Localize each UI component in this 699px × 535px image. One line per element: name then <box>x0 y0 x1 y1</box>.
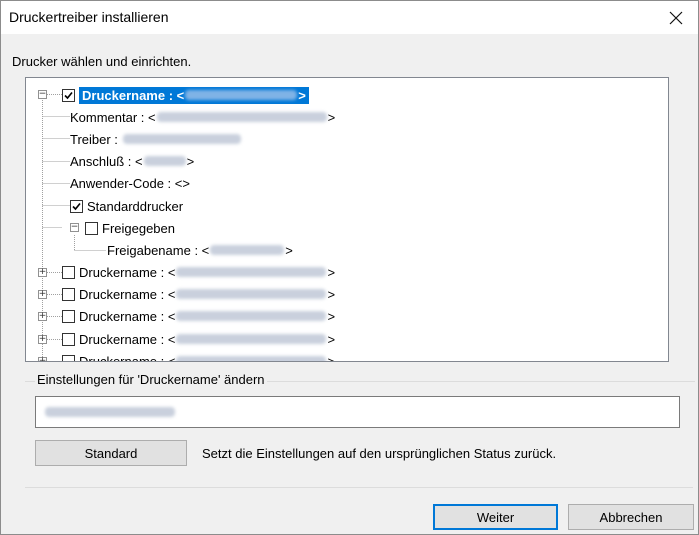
printer-label: Druckername : < <box>79 331 176 347</box>
weiter-button[interactable]: Weiter <box>433 504 558 530</box>
tree-item-anwender-code[interactable]: Anwender-Code : <> <box>70 173 190 193</box>
tree-item-printer[interactable]: Druckername : < > <box>62 262 335 282</box>
redacted-text <box>156 112 327 122</box>
redacted-text <box>45 407 175 417</box>
redacted-text <box>176 267 327 277</box>
tree-item-printer[interactable]: Druckername : < > <box>62 306 335 326</box>
checkmark-icon <box>72 202 81 210</box>
treiber-label: Treiber : <box>70 131 118 147</box>
dialog-instruction: Drucker wählen und einrichten. <box>12 54 192 69</box>
tree-item-root[interactable]: Druckername : < > <box>62 85 309 105</box>
tree-item-freigegeben[interactable]: Freigegeben <box>85 218 175 238</box>
redacted-text <box>176 356 327 361</box>
printer-checkbox[interactable] <box>62 287 75 301</box>
kommentar-suffix: > <box>327 109 336 125</box>
printer-name-field[interactable] <box>35 396 680 428</box>
printer-label: Druckername : < <box>79 308 176 324</box>
close-icon <box>669 11 683 24</box>
printer-suffix: > <box>327 353 336 362</box>
selected-printer-label[interactable]: Druckername : < > <box>79 86 309 104</box>
printer-label: Druckername : < <box>79 264 176 280</box>
close-button[interactable] <box>654 1 698 34</box>
freigabename-suffix: > <box>285 242 293 258</box>
printer-label: Druckername : < <box>79 286 176 302</box>
freigegeben-label: Freigegeben <box>102 220 175 236</box>
printer-checkbox[interactable] <box>62 332 75 346</box>
window-title: Druckertreiber installieren <box>9 9 169 25</box>
printer-suffix: > <box>327 331 336 347</box>
tree-item-printer[interactable]: Druckername : < > <box>62 351 336 362</box>
freigabename-label: Freigabename : < <box>107 242 210 258</box>
redacted-text <box>176 289 327 299</box>
collapse-icon[interactable]: − <box>70 223 79 232</box>
button-separator <box>25 487 693 488</box>
printer-label: Druckername : < <box>79 353 176 362</box>
printer-checkbox[interactable] <box>62 354 75 361</box>
tree-item-standarddrucker[interactable]: Standarddrucker <box>70 196 183 216</box>
kommentar-label: Kommentar : < <box>70 109 156 125</box>
checkmark-icon <box>64 91 73 99</box>
tree-item-printer[interactable]: Druckername : < > <box>62 284 335 304</box>
standarddrucker-checkbox[interactable] <box>70 199 83 213</box>
redacted-text <box>122 134 241 144</box>
expand-icon[interactable]: + <box>38 290 47 299</box>
tree-item-treiber[interactable]: Treiber : <box>70 129 242 149</box>
root-checkbox[interactable] <box>62 88 75 102</box>
printer-checkbox[interactable] <box>62 265 75 279</box>
settings-group-label: Einstellungen für 'Druckername' ändern <box>35 372 267 387</box>
reset-description: Setzt die Einstellungen auf den ursprüng… <box>202 446 557 461</box>
standarddrucker-label: Standarddrucker <box>87 198 184 214</box>
redacted-text <box>176 311 327 321</box>
printer-tree[interactable]: − Druckername : < > Kommentar : < > Treibe… <box>25 77 669 362</box>
printer-suffix: > <box>327 308 336 324</box>
tree-item-kommentar[interactable]: Kommentar : < > <box>70 107 335 127</box>
settings-group: Einstellungen für 'Druckername' ändern <box>25 372 695 436</box>
anschluss-suffix: > <box>186 153 195 169</box>
redacted-text <box>176 334 327 344</box>
expand-icon[interactable]: + <box>38 268 47 277</box>
anschluss-label: Anschluß : < <box>70 153 143 169</box>
redacted-text <box>185 90 298 100</box>
printer-suffix: > <box>327 264 336 280</box>
installer-dialog: Druckertreiber installieren Drucker wähl… <box>0 0 699 535</box>
root-label: Druckername : < <box>82 87 185 103</box>
printer-checkbox[interactable] <box>62 309 75 323</box>
expand-icon[interactable]: + <box>38 357 47 361</box>
tree-item-freigabename[interactable]: Freigabename : < > <box>107 240 293 260</box>
root-suffix: > <box>298 87 306 103</box>
anwender-label: Anwender-Code : <> <box>70 175 190 191</box>
tree-item-anschluss[interactable]: Anschluß : < > <box>70 151 194 171</box>
freigegeben-checkbox[interactable] <box>85 221 98 235</box>
redacted-text <box>210 245 285 255</box>
printer-suffix: > <box>327 286 336 302</box>
standard-button[interactable]: Standard <box>35 440 187 466</box>
redacted-text <box>143 156 186 166</box>
tree-item-printer[interactable]: Druckername : < > <box>62 329 335 349</box>
expand-icon[interactable]: + <box>38 335 47 344</box>
collapse-icon[interactable]: − <box>38 90 47 99</box>
abbrechen-button[interactable]: Abbrechen <box>568 504 694 530</box>
expand-icon[interactable]: + <box>38 312 47 321</box>
title-bar: Druckertreiber installieren <box>1 1 698 34</box>
